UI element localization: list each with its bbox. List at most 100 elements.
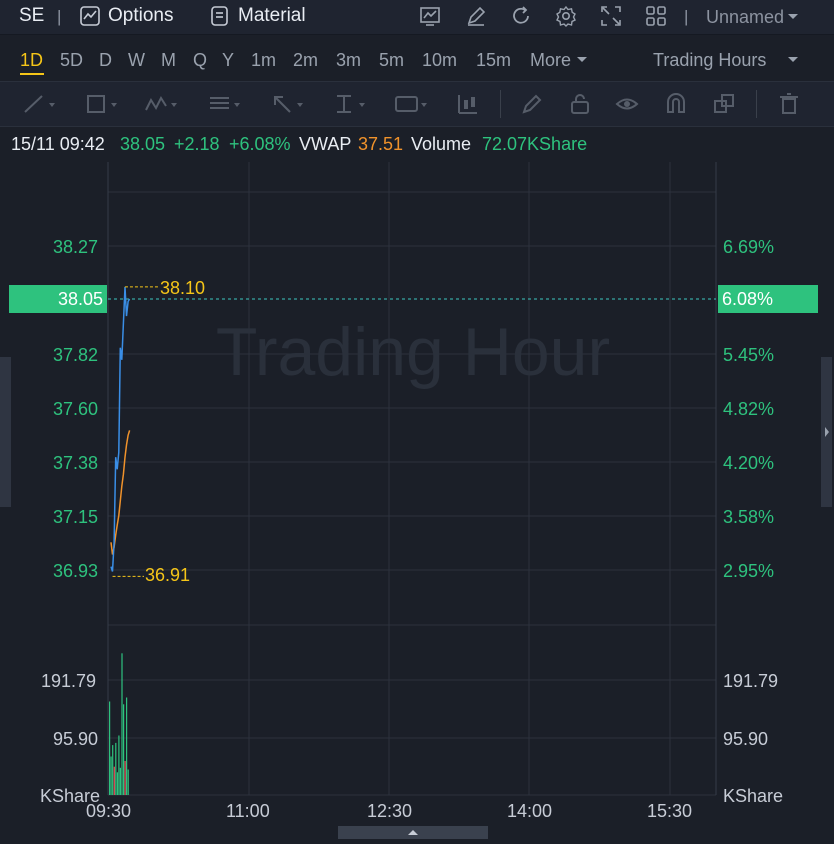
pct-tick: 6.69% (723, 237, 775, 257)
tf-2m[interactable]: 2m (293, 50, 318, 71)
tf-1d[interactable]: 1D (20, 50, 43, 71)
active-tab-indicator (20, 73, 44, 75)
time-tick: 15:30 (647, 801, 693, 821)
pct-tick: 2.95% (723, 561, 775, 581)
pct-tick: 4.20% (723, 453, 775, 473)
vwap-value: 37.51 (358, 134, 404, 154)
price-tick: 38.27 (53, 237, 99, 257)
trash-icon[interactable] (777, 92, 811, 116)
rectangle-icon[interactable] (84, 92, 118, 116)
tf-1m[interactable]: 1m (251, 50, 276, 71)
volume-tick: 191.79 (41, 671, 97, 691)
volume-tick: 95.90 (53, 729, 99, 749)
tf-y[interactable]: Y (222, 50, 234, 71)
time-tick: 09:30 (86, 801, 132, 821)
volume-bar (109, 701, 111, 795)
left-panel-handle[interactable] (0, 357, 11, 507)
tf-3m[interactable]: 3m (336, 50, 361, 71)
more-caret-icon[interactable] (574, 47, 590, 71)
options-button[interactable]: Options (108, 5, 173, 27)
tf-5m[interactable]: 5m (379, 50, 404, 71)
expand-right-icon (825, 427, 829, 437)
text-cursor-icon[interactable] (332, 92, 366, 116)
toolbar-divider-2: | (684, 7, 689, 26)
dropdown-caret-icon[interactable] (784, 4, 802, 28)
session-caret-icon[interactable] (784, 47, 802, 71)
fullscreen-icon[interactable] (599, 4, 623, 28)
refresh-icon[interactable] (509, 4, 533, 28)
toolbar-divider: | (57, 7, 62, 26)
current-price-tag: 38.05 (9, 285, 107, 313)
pattern-icon[interactable] (144, 92, 178, 116)
eye-icon[interactable] (615, 92, 649, 116)
tf-10m[interactable]: 10m (422, 50, 457, 71)
volume-bar (119, 767, 121, 795)
arrow-icon[interactable] (270, 92, 304, 116)
chart-area[interactable]: Trading Hour 38.27 37.82 37.60 37.38 37.… (0, 162, 834, 839)
current-pct-tag-text: 6.08% (722, 289, 774, 309)
volume-bar (126, 697, 128, 795)
volume-bar (121, 653, 123, 795)
chart-watermark: Trading Hour (216, 314, 610, 390)
draw-pen-icon[interactable] (464, 4, 488, 28)
time-tick: 11:00 (226, 801, 270, 821)
price-tick: 37.38 (53, 453, 99, 473)
annotation-icon[interactable] (394, 92, 428, 116)
toolbar-separator-2 (756, 90, 757, 118)
pencil-icon[interactable] (520, 92, 554, 116)
volume-value: 72.07KShare (482, 134, 588, 154)
pct-tick: 4.82% (723, 399, 775, 419)
price-tick: 37.82 (53, 345, 99, 365)
volume-bars (109, 653, 129, 795)
indicator-icon[interactable] (418, 4, 442, 28)
vwap-label: VWAP (299, 134, 352, 154)
volume-tick-right: 95.90 (723, 729, 769, 749)
volume-bar (113, 766, 115, 795)
tf-d[interactable]: D (99, 50, 112, 71)
time-tick: 14:00 (507, 801, 553, 821)
quote-datetime: 15/11 09:42 (11, 134, 105, 154)
quote-info-bar: 15/11 09:42 38.05 +2.18 +6.08% VWAP 37.5… (0, 126, 834, 162)
timeframe-bar: 1D 5D D W M Q Y 1m 2m 3m 5m 10m 15m More… (0, 35, 834, 80)
price-tick: 36.93 (53, 561, 99, 581)
tf-w[interactable]: W (128, 50, 145, 71)
grid-layout-icon[interactable] (644, 4, 668, 28)
tf-more[interactable]: More (530, 50, 571, 71)
volume-bar (110, 756, 112, 795)
price-volume-chart[interactable]: Trading Hour (0, 162, 834, 839)
volume-bar (124, 761, 126, 795)
lock-icon[interactable] (568, 92, 602, 116)
price-tick: 37.60 (53, 399, 99, 419)
session-selector[interactable]: Trading Hours (653, 50, 766, 71)
price-tick: 37.15 (53, 507, 99, 527)
chart-grid (107, 162, 717, 796)
drawing-toolbar (0, 81, 834, 127)
price-series-line (110, 286, 131, 572)
quote-change-pct: +6.08% (229, 134, 291, 154)
volume-tick-right: 191.79 (723, 671, 779, 691)
trend-line-icon[interactable] (22, 92, 56, 116)
clone-icon[interactable] (712, 92, 746, 116)
current-pct-tag: 6.08% (718, 285, 818, 313)
volume-bar (118, 735, 120, 795)
time-tick: 12:30 (367, 801, 413, 821)
layout-name[interactable]: Unnamed (706, 7, 784, 28)
tf-m[interactable]: M (161, 50, 176, 71)
expand-up-icon (408, 830, 418, 835)
fibonacci-icon[interactable] (207, 92, 241, 116)
volume-bar (116, 772, 118, 795)
bottom-panel-handle[interactable] (338, 826, 488, 839)
candlestick-icon[interactable] (455, 92, 489, 116)
tf-15m[interactable]: 15m (476, 50, 511, 71)
settings-icon[interactable] (554, 4, 578, 28)
tf-q[interactable]: Q (193, 50, 207, 71)
volume-bar (115, 742, 117, 795)
symbol-label[interactable]: SE (19, 5, 44, 27)
options-icon[interactable] (78, 4, 102, 28)
quote-price: 38.05 (120, 134, 166, 154)
tf-5d[interactable]: 5D (60, 50, 83, 71)
magnet-icon[interactable] (664, 92, 698, 116)
right-panel-handle[interactable] (821, 357, 832, 507)
material-button[interactable]: Material (238, 5, 306, 27)
material-icon[interactable] (208, 4, 232, 28)
